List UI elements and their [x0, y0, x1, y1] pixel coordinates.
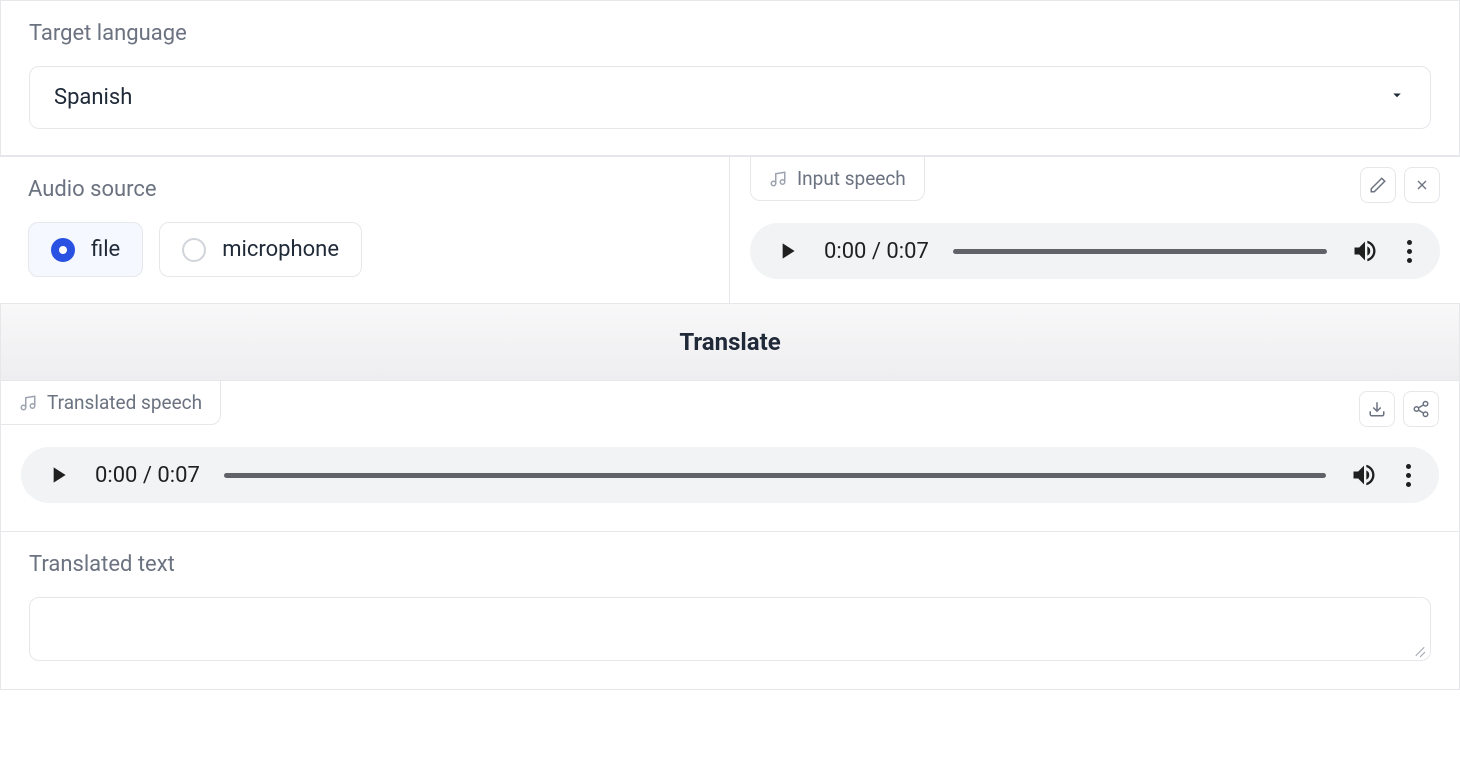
share-button[interactable]	[1403, 391, 1439, 427]
translated-speech-section: Translated speech 0:00 / 0:07	[0, 381, 1460, 532]
audio-source-label: Audio source	[28, 177, 701, 202]
output-audio-time: 0:00 / 0:07	[95, 463, 200, 488]
resize-handle-icon[interactable]	[1412, 642, 1426, 656]
volume-button[interactable]	[1350, 461, 1378, 489]
translated-text-label: Translated text	[29, 552, 1431, 577]
translated-speech-badge: Translated speech	[1, 381, 221, 425]
more-menu-button[interactable]	[1402, 464, 1415, 487]
input-speech-actions	[1360, 167, 1440, 203]
download-button[interactable]	[1359, 391, 1395, 427]
translate-button[interactable]: Translate	[0, 303, 1460, 381]
input-audio-seek[interactable]	[953, 249, 1327, 254]
translated-speech-actions	[1359, 391, 1439, 427]
input-speech-badge-text: Input speech	[797, 167, 906, 190]
translated-text-output[interactable]	[29, 597, 1431, 661]
output-audio-seek[interactable]	[224, 473, 1326, 478]
audio-source-microphone-label: microphone	[222, 237, 339, 262]
clear-button[interactable]	[1404, 167, 1440, 203]
target-language-selected: Spanish	[54, 85, 132, 110]
audio-source-radio-group: file microphone	[28, 222, 701, 277]
output-audio-player: 0:00 / 0:07	[21, 447, 1439, 503]
target-language-label: Target language	[29, 21, 1431, 46]
translated-text-section: Translated text	[0, 532, 1460, 690]
audio-source-file-option[interactable]: file	[28, 222, 143, 277]
radio-unselected-icon	[182, 238, 206, 262]
input-audio-time: 0:00 / 0:07	[824, 239, 929, 264]
radio-selected-icon	[51, 238, 75, 262]
music-icon	[19, 394, 37, 412]
target-language-dropdown[interactable]: Spanish	[29, 66, 1431, 129]
more-menu-button[interactable]	[1403, 240, 1416, 263]
edit-button[interactable]	[1360, 167, 1396, 203]
input-speech-section: Input speech 0:00 / 0:07	[730, 157, 1460, 303]
audio-source-section: Audio source file microphone	[0, 157, 730, 303]
play-button[interactable]	[774, 238, 800, 264]
target-language-section: Target language Spanish	[0, 0, 1460, 156]
translated-speech-badge-text: Translated speech	[47, 391, 202, 414]
audio-input-row: Audio source file microphone Input speec…	[0, 156, 1460, 303]
chevron-down-icon	[1388, 85, 1406, 110]
play-button[interactable]	[45, 462, 71, 488]
audio-source-file-label: file	[91, 237, 120, 262]
audio-source-microphone-option[interactable]: microphone	[159, 222, 362, 277]
music-icon	[769, 170, 787, 188]
input-audio-player: 0:00 / 0:07	[750, 223, 1440, 279]
input-speech-badge: Input speech	[750, 157, 925, 201]
volume-button[interactable]	[1351, 237, 1379, 265]
